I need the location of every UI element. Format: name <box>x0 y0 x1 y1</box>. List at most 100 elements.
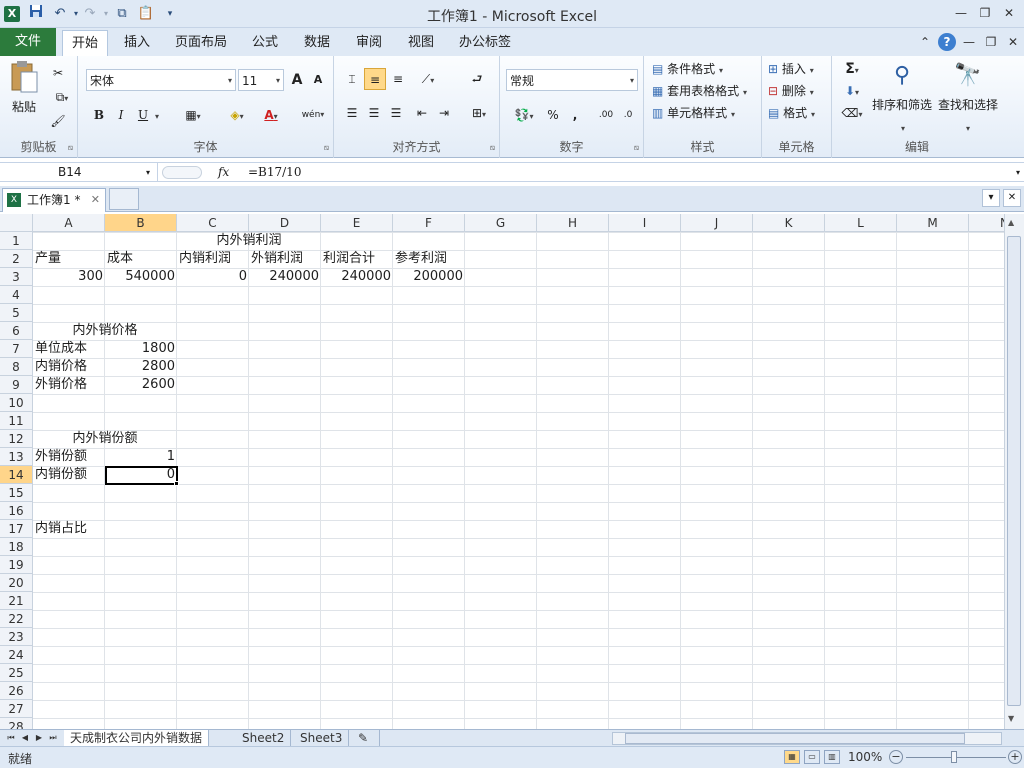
tab-formulas[interactable]: 公式 <box>244 30 286 56</box>
align-middle-icon[interactable]: ≡ <box>364 68 386 90</box>
normal-view-icon[interactable]: ▦ <box>784 750 800 764</box>
workbook-bar-close-icon[interactable]: ✕ <box>1003 189 1021 207</box>
row-header-16[interactable]: 16 <box>0 502 33 520</box>
tab-file[interactable]: 文件 <box>0 28 56 56</box>
row-header-17[interactable]: 17 <box>0 520 33 538</box>
vertical-scrollbar[interactable]: ▲ ▼ <box>1004 214 1024 729</box>
zoom-out-icon[interactable]: − <box>889 750 903 764</box>
new-workbook-tab[interactable] <box>109 188 139 210</box>
column-header-n[interactable]: N <box>969 214 1004 232</box>
font-name-select[interactable]: 宋体 ▾ <box>86 69 236 91</box>
restore-icon[interactable]: ❐ <box>974 4 996 22</box>
cell-a12[interactable]: 内外销份额 <box>33 430 177 448</box>
expand-formula-bar-icon[interactable]: ▾ <box>1016 163 1020 182</box>
underline-button[interactable]: U <box>134 104 152 126</box>
column-header-l[interactable]: L <box>825 214 897 232</box>
sheet-tab-1[interactable]: 天成制衣公司内外销数据 <box>64 730 210 746</box>
cell-e2[interactable]: 利润合计 <box>321 250 393 268</box>
cell-a14[interactable]: 内销份额 <box>33 466 105 484</box>
page-break-view-icon[interactable]: ▥ <box>824 750 840 764</box>
row-header-4[interactable]: 4 <box>0 286 33 304</box>
column-header-j[interactable]: J <box>681 214 753 232</box>
row-header-18[interactable]: 18 <box>0 538 33 556</box>
format-cells-button[interactable]: ▤ 格式 ▾ <box>768 102 830 124</box>
row-header-13[interactable]: 13 <box>0 448 33 466</box>
find-select-dropdown-icon[interactable]: ▾ <box>963 116 973 138</box>
cell-b8[interactable]: 2800 <box>105 358 177 376</box>
row-header-11[interactable]: 11 <box>0 412 33 430</box>
tab-view[interactable]: 视图 <box>400 30 442 56</box>
row-header-23[interactable]: 23 <box>0 628 33 646</box>
insert-function-icon[interactable]: fx <box>218 163 229 182</box>
sheet-tab-2[interactable]: Sheet2 <box>236 730 292 746</box>
wrap-text-icon[interactable]: ⮐ <box>466 68 488 90</box>
horizontal-scroll-thumb[interactable] <box>625 733 965 744</box>
next-sheet-icon[interactable]: ▶ <box>32 731 46 745</box>
zoom-slider-thumb[interactable] <box>951 751 957 763</box>
cell-b3[interactable]: 540000 <box>105 268 177 286</box>
row-header-19[interactable]: 19 <box>0 556 33 574</box>
delete-cells-button[interactable]: ⊟ 删除 ▾ <box>768 80 830 102</box>
cell-e3[interactable]: 240000 <box>321 268 393 286</box>
align-top-icon[interactable]: ⌶ <box>342 68 362 90</box>
increase-indent-icon[interactable]: ⇥ <box>434 102 454 124</box>
tab-insert[interactable]: 插入 <box>116 30 158 56</box>
scroll-up-icon[interactable]: ▲ <box>1008 218 1014 227</box>
underline-dropdown-icon[interactable]: ▾ <box>152 104 162 126</box>
tab-office-tab[interactable]: 办公标签 <box>452 30 518 56</box>
last-sheet-icon[interactable]: ⏭ <box>46 731 60 745</box>
sort-filter-dropdown-icon[interactable]: ▾ <box>898 116 908 138</box>
cell-a9[interactable]: 外销价格 <box>33 376 105 394</box>
column-header-c[interactable]: C <box>177 214 249 232</box>
tab-review[interactable]: 审阅 <box>348 30 390 56</box>
fill-color-icon[interactable]: ◈▾ <box>222 104 252 126</box>
orientation-icon[interactable]: ⟋▾ <box>414 68 442 90</box>
align-center-icon[interactable]: ☰ <box>364 102 384 124</box>
column-header-m[interactable]: M <box>897 214 969 232</box>
row-header-7[interactable]: 7 <box>0 340 33 358</box>
align-right-icon[interactable]: ☰ <box>386 102 406 124</box>
find-select-button[interactable]: 查找和选择 <box>934 96 1002 113</box>
number-launcher-icon[interactable]: ⧅ <box>634 143 639 153</box>
row-header-27[interactable]: 27 <box>0 700 33 718</box>
select-all-corner[interactable] <box>0 214 33 232</box>
cell-b2[interactable]: 成本 <box>105 250 177 268</box>
cut-icon[interactable]: ✂ <box>50 62 66 84</box>
font-color-icon[interactable]: A▾ <box>256 104 286 126</box>
spreadsheet-grid[interactable]: ABCDEFGHIJKLMN 1234567891011121314151617… <box>0 214 1004 729</box>
row-header-15[interactable]: 15 <box>0 484 33 502</box>
cell-b9[interactable]: 2600 <box>105 376 177 394</box>
prev-sheet-icon[interactable]: ◀ <box>18 731 32 745</box>
clear-icon[interactable]: ⌫▾ <box>838 102 866 124</box>
row-header-24[interactable]: 24 <box>0 646 33 664</box>
active-cell-b14[interactable] <box>105 466 178 485</box>
fill-icon[interactable]: ⬇▾ <box>838 80 866 102</box>
column-header-a[interactable]: A <box>33 214 105 232</box>
name-box[interactable]: B14 <box>0 163 158 182</box>
align-left-icon[interactable]: ☰ <box>342 102 362 124</box>
shrink-font-icon[interactable]: A <box>310 69 326 91</box>
decrease-indent-icon[interactable]: ⇤ <box>412 102 432 124</box>
column-header-h[interactable]: H <box>537 214 609 232</box>
cell-a17[interactable]: 内销占比 <box>33 520 105 538</box>
row-header-25[interactable]: 25 <box>0 664 33 682</box>
conditional-format-button[interactable]: ▤ 条件格式 ▾ <box>652 58 760 80</box>
row-header-2[interactable]: 2 <box>0 250 33 268</box>
column-header-k[interactable]: K <box>753 214 825 232</box>
column-header-i[interactable]: I <box>609 214 681 232</box>
horizontal-scrollbar[interactable] <box>612 732 1002 745</box>
row-header-21[interactable]: 21 <box>0 592 33 610</box>
workbook-minimize-icon[interactable]: — <box>960 33 978 51</box>
clipboard-launcher-icon[interactable]: ⧅ <box>68 143 73 153</box>
sheet-tab-3[interactable]: Sheet3 <box>294 730 350 746</box>
minimize-icon[interactable]: — <box>950 4 972 22</box>
row-header-26[interactable]: 26 <box>0 682 33 700</box>
cell-styles-button[interactable]: ▥ 单元格样式 ▾ <box>652 102 760 124</box>
cell-d2[interactable]: 外销利润 <box>249 250 321 268</box>
paste-button[interactable]: 粘贴 <box>4 98 44 115</box>
workbook-restore-icon[interactable]: ❐ <box>982 33 1000 51</box>
cell-c3[interactable]: 0 <box>177 268 249 286</box>
format-painter-icon[interactable]: 🖌 <box>50 110 66 132</box>
workbook-close-icon[interactable]: ✕ <box>1004 33 1022 51</box>
cell-a3[interactable]: 300 <box>33 268 105 286</box>
